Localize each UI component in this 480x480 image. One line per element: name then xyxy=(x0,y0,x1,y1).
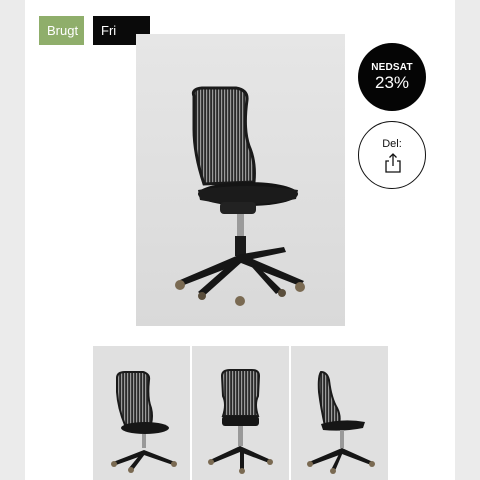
used-badge: Brugt xyxy=(39,16,84,45)
discount-percent: 23% xyxy=(374,73,410,92)
thumbnail-strip xyxy=(93,346,388,480)
discount-label: NEDSAT xyxy=(371,62,413,73)
share-icon xyxy=(385,153,401,173)
share-label: Del: xyxy=(382,138,402,150)
thumbnail-back-view[interactable] xyxy=(192,346,289,480)
share-button[interactable]: Del: xyxy=(358,121,426,189)
discount-badge: NEDSAT 23% xyxy=(358,43,426,111)
thumbnail-profile-view[interactable] xyxy=(291,346,388,480)
main-product-image[interactable] xyxy=(136,34,345,326)
thumbnail-side-view[interactable] xyxy=(93,346,190,480)
